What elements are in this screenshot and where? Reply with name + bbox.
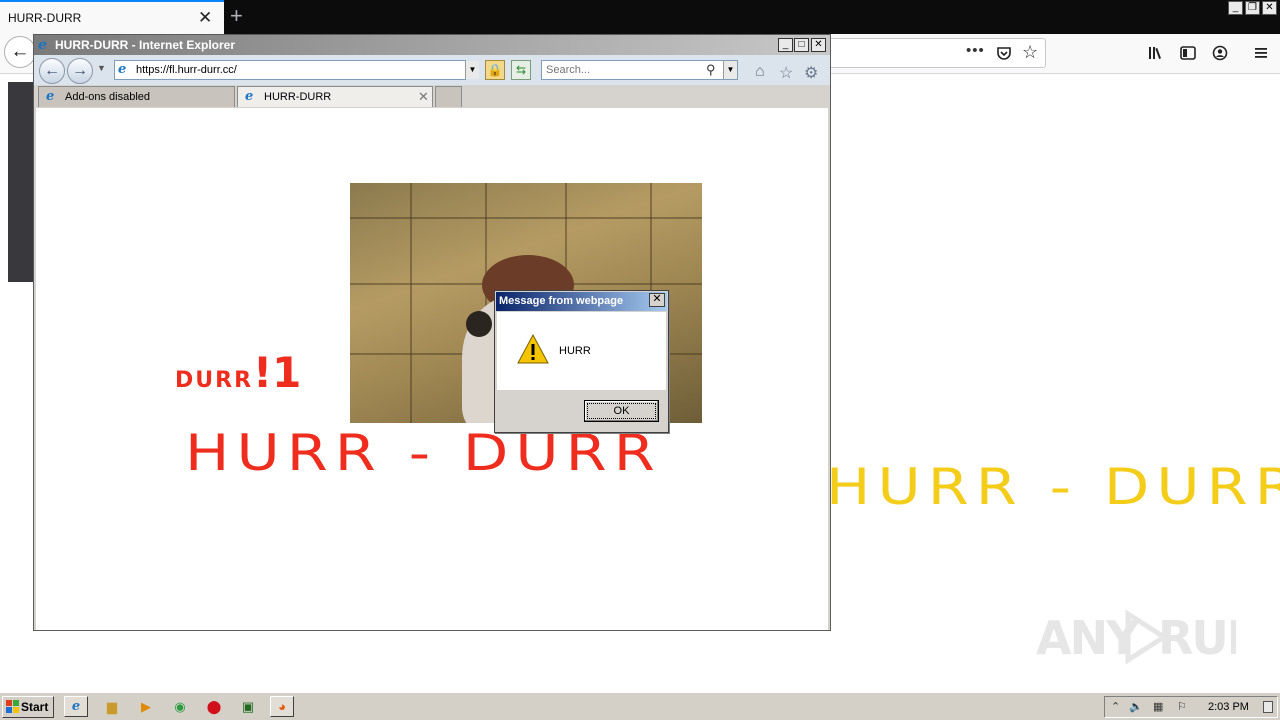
ie-security-lock-icon[interactable]: 🔒 bbox=[485, 60, 505, 80]
ie-search-box[interactable]: ⚲ ▼ bbox=[541, 60, 738, 80]
firefox-page-dark-strip bbox=[8, 82, 34, 282]
ie-close-icon[interactable]: ✕ bbox=[811, 38, 826, 52]
firefox-tab-strip: HURR-DURR ✕ + _ ❐ ✕ bbox=[0, 0, 1280, 34]
firefox-back-button[interactable]: ← bbox=[4, 36, 36, 68]
show-desktop-icon[interactable] bbox=[1263, 701, 1273, 713]
ie-minimize-icon[interactable]: _ bbox=[778, 38, 793, 52]
ie-search-icon[interactable]: ⚲ bbox=[706, 62, 716, 78]
tab-add-ons-disabled[interactable]: e Add-ons disabled bbox=[38, 86, 235, 107]
firefox-tab-close-icon[interactable]: ✕ bbox=[198, 8, 212, 28]
ie-address-text[interactable]: https://fl.hurr-durr.cc/ bbox=[136, 64, 237, 76]
page-durr-word: DURR bbox=[175, 368, 254, 393]
taskbar-cmd-icon[interactable]: ▣ bbox=[236, 696, 260, 717]
dialog-message: HURR bbox=[559, 345, 591, 357]
ok-button[interactable]: OK bbox=[584, 400, 659, 422]
ie-page-content: DURR!1 HURR - DURR bbox=[36, 108, 828, 630]
svg-text:ANY: ANY bbox=[1036, 611, 1140, 664]
firefox-restore-icon[interactable]: ❐ bbox=[1245, 1, 1260, 15]
ie-maximize-icon[interactable]: □ bbox=[794, 38, 809, 52]
ie-navigation-bar: ← → ▼ e https://fl.hurr-durr.cc/ ▼ 🔒 ⇆ ⚲… bbox=[34, 55, 830, 85]
ie-tab-close-icon[interactable]: ✕ bbox=[418, 89, 429, 105]
account-icon[interactable] bbox=[1212, 45, 1228, 61]
ie-tab-label: Add-ons disabled bbox=[65, 91, 151, 103]
warning-icon bbox=[517, 334, 549, 364]
svg-text:RUN: RUN bbox=[1158, 611, 1236, 664]
windows-logo-icon bbox=[6, 700, 19, 713]
firefox-minimize-icon[interactable]: _ bbox=[1228, 1, 1243, 15]
library-icon[interactable] bbox=[1148, 45, 1166, 61]
ie-window: e HURR-DURR - Internet Explorer _ □ ✕ ← … bbox=[33, 34, 831, 631]
dialog-body: HURR bbox=[497, 312, 666, 390]
ie-tab-page-icon: e bbox=[245, 89, 254, 104]
ie-back-button[interactable]: ← bbox=[39, 58, 65, 84]
firefox-tab-title: HURR-DURR bbox=[8, 11, 82, 25]
ie-search-dropdown-icon[interactable]: ▼ bbox=[723, 61, 737, 79]
ie-search-input[interactable] bbox=[546, 63, 696, 77]
ie-tab-label: HURR-DURR bbox=[264, 91, 332, 103]
hamburger-menu-icon[interactable] bbox=[1253, 45, 1269, 61]
firefox-page-heading: HURR - DURR bbox=[826, 458, 1280, 516]
tray-expand-icon[interactable]: ⌃ bbox=[1111, 700, 1120, 713]
anyrun-watermark: ANY RUN bbox=[1036, 608, 1265, 675]
ie-titlebar[interactable]: e HURR-DURR - Internet Explorer _ □ ✕ bbox=[34, 35, 830, 55]
ie-recent-pages-dropdown-icon[interactable]: ▼ bbox=[97, 63, 106, 73]
taskbar: Start ⌃ 🔈 ▦ ⚐ 2:03 PM bbox=[0, 692, 1280, 720]
ie-tab-page-icon: e bbox=[46, 89, 55, 104]
ie-tab-bar: e Add-ons disabled e HURR-DURR ✕ bbox=[34, 85, 830, 107]
dialog-title: Message from webpage bbox=[499, 295, 624, 307]
firefox-close-icon[interactable]: ✕ bbox=[1262, 1, 1277, 15]
ie-favorites-star-icon[interactable]: ☆ bbox=[779, 63, 793, 83]
ie-forward-button[interactable]: → bbox=[67, 58, 93, 84]
alert-dialog: Message from webpage ✕ HURR OK bbox=[494, 290, 669, 433]
ie-page-icon: e bbox=[118, 62, 127, 77]
clock[interactable]: 2:03 PM bbox=[1208, 701, 1249, 713]
taskbar-firefox-icon[interactable]: ◕ bbox=[270, 696, 294, 717]
page-durr-bang: !1 bbox=[253, 348, 302, 397]
start-label: Start bbox=[21, 699, 49, 714]
bookmark-star-icon[interactable]: ☆ bbox=[1022, 42, 1038, 63]
firefox-tab[interactable]: HURR-DURR ✕ bbox=[0, 0, 224, 34]
ie-home-icon[interactable]: ⌂ bbox=[755, 63, 765, 81]
dialog-close-icon[interactable]: ✕ bbox=[649, 293, 665, 307]
ie-window-title: HURR-DURR - Internet Explorer bbox=[55, 38, 236, 52]
firefox-new-tab-button[interactable]: + bbox=[230, 3, 243, 29]
system-tray: ⌃ 🔈 ▦ ⚐ 2:03 PM bbox=[1104, 696, 1278, 718]
sidebar-icon[interactable] bbox=[1180, 45, 1196, 61]
start-button[interactable]: Start bbox=[2, 696, 54, 718]
taskbar-opera-icon[interactable]: ⬤ bbox=[202, 696, 226, 717]
taskbar-media-player-icon[interactable]: ▶ bbox=[134, 696, 158, 717]
ie-new-tab-button[interactable] bbox=[435, 86, 462, 107]
volume-icon[interactable]: 🔈 bbox=[1129, 700, 1143, 713]
taskbar-chrome-icon[interactable]: ◉ bbox=[168, 696, 192, 717]
ie-address-bar[interactable]: e https://fl.hurr-durr.cc/ ▼ bbox=[114, 60, 479, 80]
ie-tools-gear-icon[interactable]: ⚙ bbox=[804, 63, 818, 83]
page-durr-text: DURR!1 bbox=[175, 348, 301, 397]
taskbar-ie-icon[interactable]: e bbox=[64, 696, 88, 717]
action-center-flag-icon[interactable]: ⚐ bbox=[1177, 700, 1187, 713]
firefox-url-bar[interactable] bbox=[828, 38, 1046, 68]
pocket-icon[interactable] bbox=[996, 45, 1012, 61]
ie-logo-icon: e bbox=[38, 37, 47, 53]
tab-hurr-durr[interactable]: e HURR-DURR ✕ bbox=[237, 86, 433, 107]
firefox-page-actions-icon[interactable]: ••• bbox=[966, 42, 985, 59]
ie-refresh-icon[interactable]: ⇆ bbox=[511, 60, 531, 80]
ie-address-dropdown-icon[interactable]: ▼ bbox=[465, 61, 479, 79]
network-icon[interactable]: ▦ bbox=[1153, 700, 1163, 713]
anyrun-logo: ANY RUN bbox=[1036, 609, 1265, 665]
taskbar-explorer-folder-icon[interactable]: ▆ bbox=[100, 696, 124, 717]
dialog-titlebar[interactable]: Message from webpage bbox=[496, 292, 667, 311]
